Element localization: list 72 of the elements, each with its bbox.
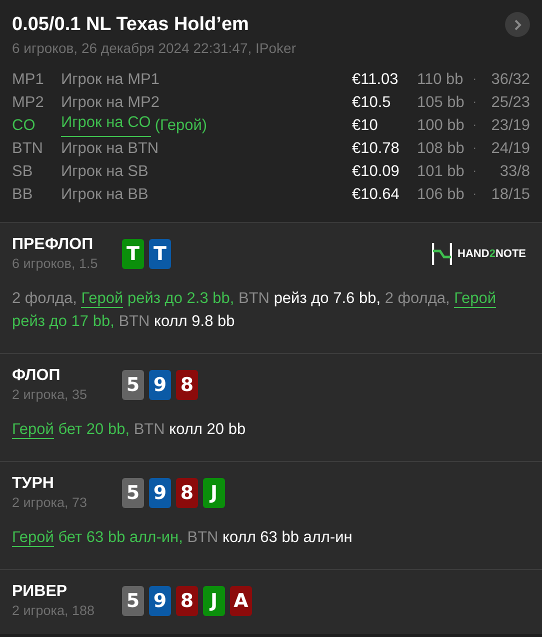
seat-position: BTN <box>12 138 44 159</box>
stack-amount: €10 <box>352 116 379 136</box>
seat-position: MP2 <box>12 92 45 113</box>
player-stats: 33/8 <box>498 162 530 182</box>
street-title: ПРЕФЛОП <box>12 235 94 255</box>
playing-card: 9 <box>149 478 171 508</box>
separator-dot: · <box>473 119 478 133</box>
separator-dot: · <box>473 73 478 87</box>
stack-amount: €10.09 <box>352 162 400 182</box>
playing-card: T <box>149 239 171 269</box>
separator-dot: · <box>473 96 478 110</box>
player-name: Игрок на MP2 <box>61 92 160 113</box>
separator-dot: · <box>473 165 478 179</box>
player-name: Игрок на SB <box>61 162 148 182</box>
player-stats: 36/32 <box>490 70 530 90</box>
seat-position: MP1 <box>12 70 45 90</box>
stack-amount: €10.64 <box>352 184 400 205</box>
seat-position: SB <box>12 162 34 182</box>
street-info: 2 игрока, 73 <box>12 494 88 512</box>
stack-bb: 110 bb <box>417 70 464 90</box>
player-stats: 18/15 <box>490 184 530 205</box>
logo-icon <box>432 243 452 265</box>
hand-subtitle: 6 игроков, 26 декабря 2024 22:31:47, IPoker <box>12 39 296 58</box>
hero-tag: (Герой) <box>154 114 208 138</box>
street-info: 2 игрока, 35 <box>12 386 88 404</box>
seat-position: BB <box>12 184 34 205</box>
stack-amount: €11.03 <box>352 70 400 90</box>
playing-card: 9 <box>149 586 171 616</box>
hero-link[interactable]: Герой <box>454 290 496 308</box>
playing-card: A <box>230 586 252 616</box>
hand-title: 0.05/0.1 NL Texas Hold’em <box>12 13 250 37</box>
street-title: РИВЕР <box>12 582 68 602</box>
street-title: ТУРН <box>12 474 55 494</box>
separator-dot: · <box>473 188 478 202</box>
street-title: ФЛОП <box>12 366 62 386</box>
stack-bb: 101 bb <box>417 162 466 182</box>
stack-bb: 106 bb <box>417 184 466 205</box>
playing-card: 8 <box>176 370 198 400</box>
stack-bb: 105 bb <box>417 92 466 113</box>
playing-card: J <box>203 478 225 508</box>
player-link[interactable]: Игрок на CO <box>61 114 151 138</box>
seat-position: CO <box>12 116 36 136</box>
playing-card: 5 <box>122 370 144 400</box>
stack-bb: 100 bb <box>417 116 466 136</box>
playing-card: 8 <box>176 478 198 508</box>
playing-card: T <box>122 239 144 269</box>
street-info: 6 игроков, 1.5 <box>12 255 99 273</box>
player-stats: 23/19 <box>490 116 530 136</box>
playing-card: 5 <box>122 586 144 616</box>
hero-link[interactable]: Герой <box>12 421 54 439</box>
chevron-right-icon <box>514 18 522 30</box>
logo-text: HAND2NOTE <box>458 246 526 262</box>
action-sentence: Герой бет 20 bb, BTN колл 20 bb <box>12 420 247 441</box>
player-stats: 24/19 <box>490 138 530 159</box>
stack-bb: 108 bb <box>417 138 466 159</box>
playing-card: 5 <box>122 478 144 508</box>
hero-link[interactable]: Герой <box>81 290 124 308</box>
player-stats: 25/23 <box>490 92 530 113</box>
action-sentence: 2 фолда, Герой рейз до 2.3 bb, BTN рейз до 7.6 bb, 2 фолда, Герой рейз до 17 bb, BTN колл 9.8 bb <box>12 289 497 332</box>
action-sentence: Герой бет 63 bb алл-ин, BTN колл 63 bb алл-ин <box>12 528 354 549</box>
stack-amount: €10.5 <box>352 92 392 113</box>
playing-card: 8 <box>176 586 198 616</box>
playing-card: 9 <box>149 370 171 400</box>
player-name: Игрок на MP1 <box>61 70 160 90</box>
separator-dot: · <box>473 142 478 156</box>
street-info: 2 игрока, 188 <box>12 602 96 620</box>
hero-link[interactable]: Герой <box>12 529 54 547</box>
stack-amount: €10.78 <box>352 138 400 159</box>
next-button[interactable] <box>505 12 530 37</box>
player-name: Игрок на BB <box>61 184 148 205</box>
player-name: Игрок на BTN <box>61 138 159 159</box>
playing-card: J <box>203 586 225 616</box>
